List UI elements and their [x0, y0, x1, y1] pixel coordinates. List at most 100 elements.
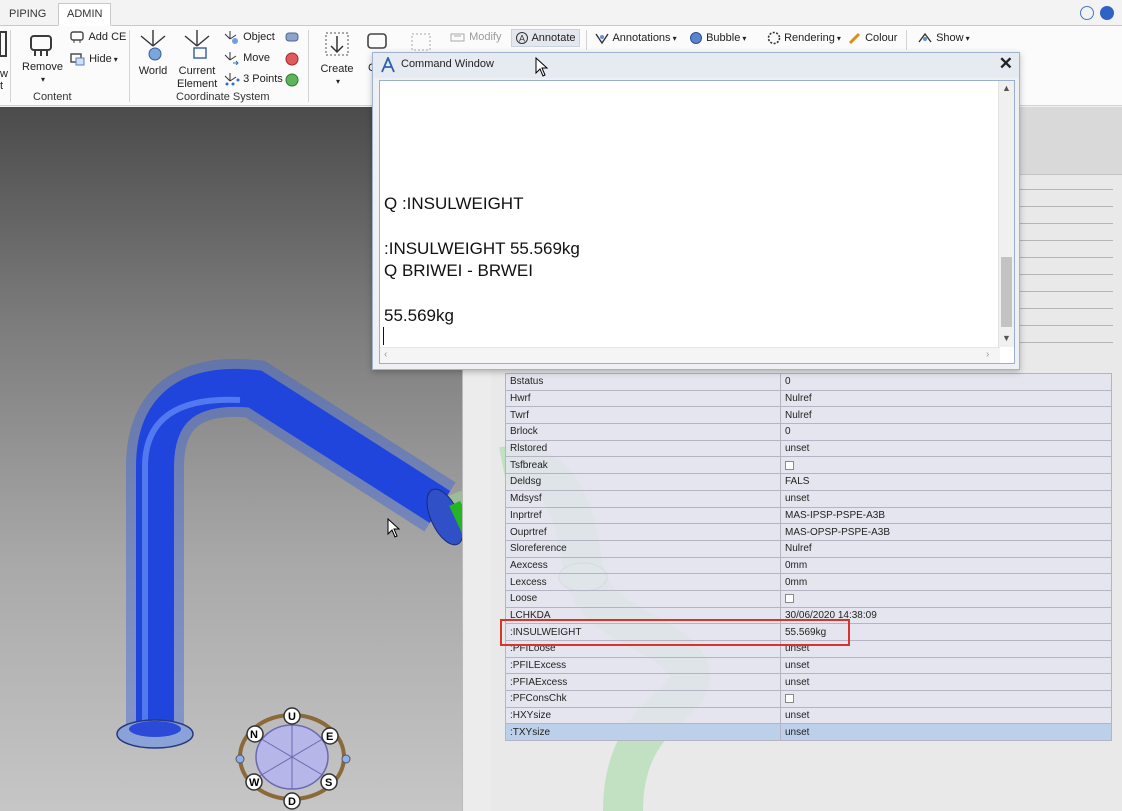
attribute-value-cell[interactable]: 0	[780, 423, 1112, 441]
attribute-row[interactable]: :PFConsChk	[505, 690, 1112, 708]
attribute-checkbox[interactable]	[785, 460, 794, 470]
vertical-scrollbar[interactable]: ▲ ▼	[998, 81, 1014, 347]
scroll-right-icon[interactable]: ›	[986, 349, 989, 360]
command-output-area[interactable]: Q :INSULWEIGHT:INSULWEIGHT 55.569kg Q BRI…	[379, 80, 1015, 364]
attribute-row[interactable]: :PFILoose unset	[505, 640, 1112, 658]
tab-piping[interactable]: PIPING	[0, 3, 55, 26]
attribute-row[interactable]: :PFILExcess unset	[505, 656, 1112, 675]
modify-button[interactable]: Modify	[450, 31, 501, 43]
bottom-flange	[116, 719, 194, 749]
bubble-button[interactable]: Bubble ▾	[689, 31, 746, 45]
attribute-row[interactable]: Mdsysf unset	[505, 489, 1112, 508]
attribute-name-cell: Tsfbreak	[505, 456, 781, 475]
rendering-button[interactable]: Rendering ▾	[767, 31, 841, 45]
attribute-row[interactable]: Inprtref MAS-IPSP-PSPE-A3B	[505, 506, 1112, 525]
attribute-value-cell[interactable]: MAS-OPSP-PSPE-A3B	[780, 523, 1112, 541]
attribute-row[interactable]: :TXYsize unset	[505, 723, 1112, 742]
attribute-row[interactable]: LCHKDA 30/06/2020 14:38:09	[505, 606, 1112, 625]
attribute-value-cell[interactable]: unset	[780, 640, 1112, 658]
annotations-button[interactable]: Annotations ▾	[594, 31, 677, 45]
compass-down-label[interactable]: D	[288, 796, 296, 808]
attribute-value-cell[interactable]: 0	[780, 373, 1112, 391]
attribute-checkbox[interactable]	[785, 694, 794, 704]
vertical-scroll-thumb[interactable]	[1001, 257, 1012, 327]
command-window-titlebar[interactable]: Command Window ✕	[373, 53, 1019, 78]
attribute-row[interactable]: Brlock 0	[505, 423, 1112, 441]
attribute-row[interactable]: Loose	[505, 589, 1112, 608]
attribute-value-cell[interactable]: unset	[780, 673, 1112, 692]
tab-admin[interactable]: ADMIN	[58, 3, 112, 26]
colour-button[interactable]: Colour	[848, 31, 897, 45]
object-button[interactable]: Object	[224, 30, 275, 44]
remove-button[interactable]: Remove ▾	[22, 30, 63, 85]
attribute-value-cell[interactable]: unset	[780, 706, 1112, 725]
attribute-row[interactable]: Bstatus 0	[505, 373, 1112, 391]
three-points-button[interactable]: 3 Points	[224, 72, 283, 86]
attribute-row[interactable]: Rlstored unset	[505, 439, 1112, 458]
attribute-row[interactable]: Lexcess 0mm	[505, 573, 1112, 591]
attribute-value-cell[interactable]: unset	[780, 489, 1112, 508]
attribute-value-cell[interactable]: FALS	[780, 473, 1112, 491]
attribute-row[interactable]: Aexcess 0mm	[505, 556, 1112, 575]
attribute-value-cell[interactable]: Nulref	[780, 539, 1112, 558]
compass-west-label[interactable]: W	[249, 777, 260, 789]
attribute-row[interactable]: Hwrf Nulref	[505, 389, 1112, 408]
close-icon[interactable]: ✕	[999, 54, 1013, 74]
attribute-row[interactable]: Twrf Nulref	[505, 406, 1112, 425]
add-ce-button[interactable]: Add CE	[70, 30, 126, 44]
attribute-value-cell[interactable]: Nulref	[780, 389, 1112, 408]
attribute-value-cell[interactable]: unset	[780, 723, 1112, 742]
world-button[interactable]: World	[136, 28, 170, 77]
attribute-name-cell: Inprtref	[505, 506, 781, 525]
attribute-row[interactable]: Sloreference Nulref	[505, 539, 1112, 558]
compass-north-label[interactable]: N	[250, 729, 258, 741]
attribute-row[interactable]: Tsfbreak	[505, 456, 1112, 475]
scroll-down-icon[interactable]: ▼	[1002, 333, 1011, 343]
command-output-line: 55.569kg	[384, 305, 454, 325]
partial-button-label: wt	[0, 68, 8, 92]
hide-button[interactable]: Hide ▾	[70, 52, 118, 66]
attribute-value-cell[interactable]: Nulref	[780, 406, 1112, 425]
attribute-row[interactable]: :HXYsize unset	[505, 706, 1112, 725]
attribute-checkbox[interactable]	[785, 594, 794, 604]
attribute-row[interactable]: :INSULWEIGHT 55.569kg	[505, 623, 1112, 641]
view-gallery-small-icons[interactable]	[284, 29, 300, 98]
command-window[interactable]: Command Window ✕ Q :INSULWEIGHT:INSULWEI…	[372, 52, 1020, 370]
attribute-name-cell: Deldsg	[505, 473, 781, 491]
attribute-value-cell[interactable]: 30/06/2020 14:38:09	[780, 606, 1112, 625]
current-element-button[interactable]: Current Element	[177, 28, 217, 91]
help-icon[interactable]	[1100, 6, 1114, 20]
compass-up-label[interactable]: U	[288, 711, 296, 723]
scroll-left-icon[interactable]: ‹	[384, 349, 387, 360]
move-button[interactable]: Move	[224, 51, 270, 65]
attribute-value-cell[interactable]: 0mm	[780, 573, 1112, 591]
attribute-value-cell[interactable]: unset	[780, 439, 1112, 458]
compass-east-label[interactable]: E	[326, 731, 333, 743]
attribute-value-cell[interactable]	[780, 589, 1112, 608]
create-button[interactable]: Create ▾	[318, 30, 356, 87]
command-window-title: Command Window	[401, 58, 494, 70]
attribute-value-cell[interactable]	[780, 690, 1112, 708]
attribute-value-cell[interactable]	[780, 456, 1112, 475]
attribute-name-cell: Bstatus	[505, 373, 781, 391]
command-output-line	[384, 283, 580, 305]
compass-south-label[interactable]: S	[325, 777, 332, 789]
partial-ribbon-button[interactable]	[0, 30, 8, 58]
pin-icon[interactable]	[1080, 6, 1094, 20]
attribute-row[interactable]: :PFIAExcess unset	[505, 673, 1112, 692]
partial-c-button[interactable]	[366, 30, 390, 54]
attribute-value-cell[interactable]: 0mm	[780, 556, 1112, 575]
attribute-row[interactable]: Ouprtref MAS-OPSP-PSPE-A3B	[505, 523, 1112, 541]
attribute-value-cell[interactable]: MAS-IPSP-PSPE-A3B	[780, 506, 1112, 525]
attribute-row[interactable]: Deldsg FALS	[505, 473, 1112, 491]
attribute-value-cell[interactable]: 55.569kg	[780, 623, 1112, 641]
attribute-name-cell: :HXYsize	[505, 706, 781, 725]
horizontal-scrollbar[interactable]: ‹ ›	[380, 347, 1000, 363]
scroll-up-icon[interactable]: ▲	[1002, 83, 1011, 93]
attribute-value-cell[interactable]: unset	[780, 656, 1112, 675]
view-orientation-compass[interactable]: U D N E W S	[235, 707, 351, 810]
create-icon	[325, 32, 349, 56]
show-button[interactable]: Show ▾	[917, 31, 970, 45]
annotate-button[interactable]: A Annotate	[511, 29, 580, 47]
tab-bar-right-icons	[1080, 6, 1114, 20]
